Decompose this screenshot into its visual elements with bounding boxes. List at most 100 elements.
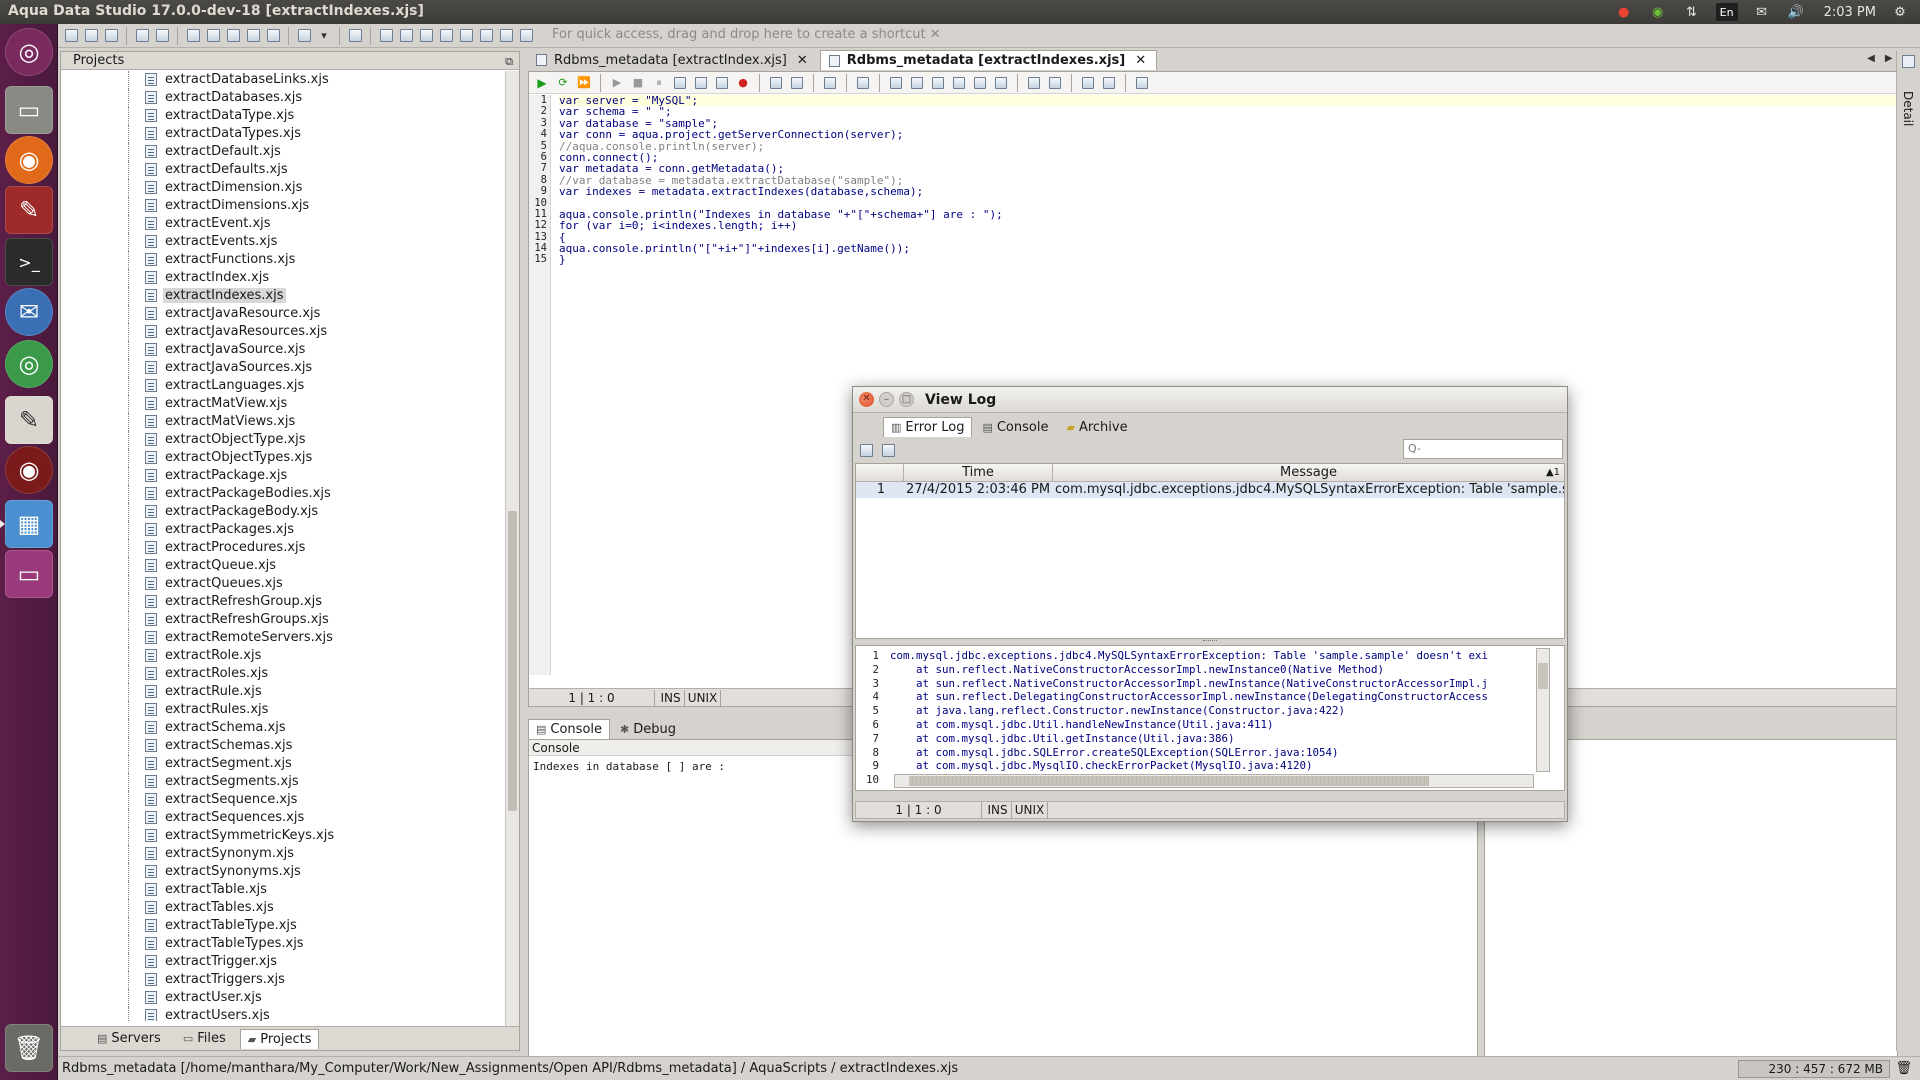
step-over-icon[interactable]: [671, 74, 689, 92]
tools-icon[interactable]: ✎: [5, 186, 53, 234]
options-icon[interactable]: [1133, 74, 1151, 92]
print-icon[interactable]: [821, 74, 839, 92]
project-file-item[interactable]: extractDefault.xjs: [61, 143, 505, 161]
project-file-item[interactable]: extractPackage.xjs: [61, 467, 505, 485]
tab-console[interactable]: ▤ Console: [974, 417, 1056, 437]
stack-trace-line[interactable]: at sun.reflect.DelegatingConstructorAcce…: [890, 690, 1530, 704]
firefox-icon[interactable]: ◉: [5, 136, 53, 184]
terminal-icon[interactable]: >_: [5, 238, 53, 286]
copy-icon[interactable]: [929, 74, 947, 92]
project-file-item[interactable]: extractSegment.xjs: [61, 755, 505, 773]
project-file-item[interactable]: extractUsers.xjs: [61, 1007, 505, 1021]
project-file-item[interactable]: extractPackageBodies.xjs: [61, 485, 505, 503]
column-header-number[interactable]: [856, 464, 904, 481]
aqua-data-studio-icon[interactable]: ▦: [5, 500, 53, 548]
project-file-item[interactable]: extractPackageBody.xjs: [61, 503, 505, 521]
run-script-icon[interactable]: ▶: [533, 74, 551, 92]
code-line[interactable]: var schema = " ";: [559, 106, 1919, 118]
stack-trace-text[interactable]: com.mysql.jdbc.exceptions.jdbc4.MySQLSyn…: [890, 649, 1530, 773]
layout-1-icon[interactable]: [377, 27, 395, 45]
code-line[interactable]: //aqua.console.println(server);: [559, 140, 1919, 152]
layout-3-icon[interactable]: [417, 27, 435, 45]
project-file-item[interactable]: extractDimension.xjs: [61, 179, 505, 197]
project-file-item[interactable]: extractRefreshGroups.xjs: [61, 611, 505, 629]
project-file-item[interactable]: extractPackages.xjs: [61, 521, 505, 539]
table-row[interactable]: 1 27/4/2015 2:03:46 PM com.mysql.jdbc.ex…: [856, 482, 1564, 498]
schema-browser-icon[interactable]: [204, 27, 222, 45]
tab-debug[interactable]: ✱ Debug: [612, 719, 684, 739]
project-file-item[interactable]: extractSequences.xjs: [61, 809, 505, 827]
horizontal-scrollbar[interactable]: [894, 774, 1534, 788]
stack-trace-line[interactable]: com.mysql.jdbc.exceptions.jdbc4.MySQLSyn…: [890, 649, 1530, 663]
project-file-item[interactable]: extractTrigger.xjs: [61, 953, 505, 971]
select-icon[interactable]: [887, 74, 905, 92]
disconnect-icon[interactable]: [153, 27, 171, 45]
project-file-item[interactable]: extractRole.xjs: [61, 647, 505, 665]
editor-tab-extractindex[interactable]: Rdbms_metadata [extractIndex.xjs] ✕: [528, 50, 818, 70]
project-file-item[interactable]: extractJavaSource.xjs: [61, 341, 505, 359]
stack-trace-line[interactable]: at sun.reflect.NativeConstructorAccessor…: [890, 677, 1530, 691]
project-file-item[interactable]: extractEvent.xjs: [61, 215, 505, 233]
outdent-icon[interactable]: [1100, 74, 1118, 92]
indent-icon[interactable]: [1079, 74, 1097, 92]
media-player-icon[interactable]: ◉: [5, 446, 53, 494]
code-line[interactable]: }: [559, 254, 1919, 266]
scrollbar-thumb[interactable]: [909, 776, 1429, 786]
files-icon[interactable]: ▭: [5, 86, 53, 134]
code-line[interactable]: var indexes = metadata.extractIndexes(da…: [559, 186, 1919, 198]
layout-8-icon[interactable]: [517, 27, 535, 45]
project-file-item[interactable]: extractTables.xjs: [61, 899, 505, 917]
stack-trace-line[interactable]: at com.mysql.jdbc.MysqlIO.checkErrorPack…: [890, 759, 1530, 773]
stop-icon[interactable]: ■: [629, 74, 647, 92]
dash-home-icon[interactable]: ◎: [5, 28, 53, 76]
copy-log-icon[interactable]: [879, 441, 897, 459]
pause-icon[interactable]: ⏸: [650, 74, 668, 92]
project-file-item[interactable]: extractIndexes.xjs: [61, 287, 505, 305]
code-line[interactable]: for (var i=0; i<indexes.length; i++): [559, 220, 1919, 232]
code-line[interactable]: var server = "MySQL";: [559, 95, 1919, 106]
project-file-item[interactable]: extractDimensions.xjs: [61, 197, 505, 215]
stack-trace-line[interactable]: at java.lang.reflect.Constructor.newInst…: [890, 704, 1530, 718]
query-window-icon[interactable]: [184, 27, 202, 45]
project-file-item[interactable]: extractUser.xjs: [61, 989, 505, 1007]
register-server-icon[interactable]: [102, 27, 120, 45]
bookmark-icon[interactable]: [1025, 74, 1043, 92]
chat-icon[interactable]: ◉: [1648, 3, 1668, 21]
layout-2-icon[interactable]: [397, 27, 415, 45]
vertical-scrollbar[interactable]: [1536, 648, 1550, 772]
save-icon[interactable]: [295, 27, 313, 45]
clear-log-icon[interactable]: [857, 441, 875, 459]
find-icon[interactable]: [854, 74, 872, 92]
close-window-icon[interactable]: ✕: [859, 392, 874, 407]
breakpoint-icon[interactable]: ●: [734, 74, 752, 92]
project-file-item[interactable]: extractSegments.xjs: [61, 773, 505, 791]
cut-icon[interactable]: [908, 74, 926, 92]
layout-4-icon[interactable]: [437, 27, 455, 45]
close-icon[interactable]: ✕: [930, 27, 941, 42]
dialog-titlebar[interactable]: ✕ – □ View Log: [853, 387, 1567, 413]
code-line[interactable]: aqua.console.println("["+i+"]"+indexes[i…: [559, 243, 1919, 255]
project-file-item[interactable]: extractTableTypes.xjs: [61, 935, 505, 953]
new-project-icon[interactable]: [82, 27, 100, 45]
code-area[interactable]: var server = "MySQL"; var schema = " "; va…: [559, 95, 1919, 266]
project-file-item[interactable]: extractQueue.xjs: [61, 557, 505, 575]
project-file-item[interactable]: extractLanguages.xjs: [61, 377, 505, 395]
project-file-item[interactable]: extractJavaSources.xjs: [61, 359, 505, 377]
maximize-window-icon[interactable]: □: [899, 392, 914, 407]
tab-archive[interactable]: ▰ Archive: [1058, 417, 1135, 437]
layout-7-icon[interactable]: [497, 27, 515, 45]
dropdown-icon[interactable]: ▾: [315, 27, 333, 45]
network-icon[interactable]: ⇅: [1682, 3, 1702, 21]
project-file-item[interactable]: extractObjectTypes.xjs: [61, 449, 505, 467]
detail-side-tab[interactable]: Detail: [1896, 51, 1920, 1051]
project-file-item[interactable]: extractFunctions.xjs: [61, 251, 505, 269]
scrollbar-thumb[interactable]: [1538, 663, 1548, 689]
stack-trace-line[interactable]: at com.mysql.jdbc.SQLError.createSQLExce…: [890, 746, 1530, 760]
run-step-icon[interactable]: ⏩: [575, 74, 593, 92]
project-file-item[interactable]: extractMatView.xjs: [61, 395, 505, 413]
project-file-item[interactable]: extractDatabaseLinks.xjs: [61, 71, 505, 89]
paste-icon[interactable]: [950, 74, 968, 92]
project-file-item[interactable]: extractTableType.xjs: [61, 917, 505, 935]
export-icon[interactable]: [264, 27, 282, 45]
insert-mode[interactable]: INS: [657, 689, 685, 706]
